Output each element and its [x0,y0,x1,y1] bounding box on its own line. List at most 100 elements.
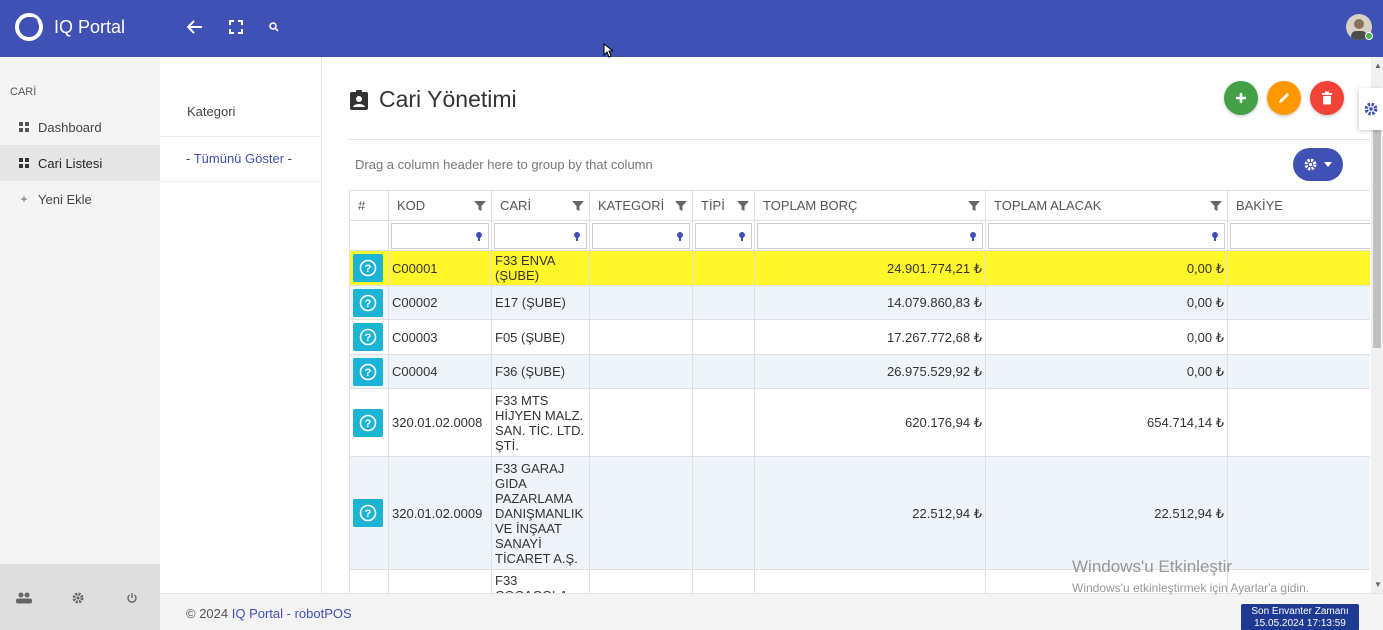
column-header-kod[interactable]: KOD [388,190,492,221]
row-detail-button[interactable]: ? [353,357,383,386]
table-row[interactable]: ? 320.01.02.0009 F33 GARAJ GIDA PAZARLAM… [349,456,1370,570]
row-detail-button[interactable]: ? [353,288,383,317]
column-header-label: KOD [397,198,426,213]
filter-input-kategori[interactable] [592,222,690,249]
scroll-down-arrow-icon[interactable]: ▼ [1374,580,1382,589]
table-row[interactable]: ? C00002 E17 (ŞUBE) 14.079.860,83 ₺ 0,00… [349,285,1370,320]
filter-operator-icon[interactable] [572,231,582,241]
cell-bakiye [1227,456,1370,570]
filter-operator-icon[interactable] [675,231,685,241]
app-title[interactable]: IQ Portal [54,17,125,38]
column-header-toplam-borc[interactable]: TOPLAM BORÇ [754,190,986,221]
scroll-up-arrow-icon[interactable]: ▲ [1374,61,1382,70]
plus-icon: + [20,192,28,206]
cell-toplam-alacak: 0,00 ₺ [985,285,1228,320]
filter-input-bakiye[interactable] [1230,222,1370,249]
column-header-bakiye[interactable]: BAKİYE [1227,190,1370,221]
sidebar-item-cari-listesi[interactable]: Cari Listesi [0,145,160,181]
table-row[interactable]: ? 320.01.02.0008 F33 MTS HİJYEN MALZ. SA… [349,388,1370,457]
filter-icon[interactable] [736,199,750,213]
category-show-all[interactable]: - Tümünü Göster - [186,151,292,166]
sidebar-item-label: Cari Listesi [38,155,103,171]
pencil-icon [1279,93,1289,103]
cell-kategori [589,354,693,389]
filter-operator-icon[interactable] [968,231,978,241]
table-row[interactable]: ? C00004 F36 (ŞUBE) 26.975.529,92 ₺ 0,00… [349,354,1370,389]
filter-input-cari[interactable] [494,222,587,249]
column-header-cari[interactable]: CARİ [491,190,590,221]
footer-link[interactable]: IQ Portal - robotPOS [232,606,352,621]
filter-icon[interactable] [473,199,487,213]
divider [160,136,321,137]
watermark-title: Windows'u Etkinleştir [1072,557,1233,576]
cell-toplam-borc: 26.975.529,92 ₺ [754,354,986,389]
filter-input-toplam-alacak[interactable] [988,222,1225,249]
add-button[interactable] [1224,81,1258,115]
power-icon[interactable] [123,590,141,606]
grid-settings-button[interactable] [1293,148,1343,181]
row-detail-button[interactable]: ? [353,408,383,437]
scrollbar-thumb[interactable] [1373,130,1381,348]
cell-kategori [589,569,693,593]
filter-operator-icon[interactable] [474,231,484,241]
question-circle-icon: ? [359,504,377,522]
cell-cari: F33 GARAJ GIDA PAZARLAMA DANIŞMANLIK VE … [491,456,590,570]
cell-tipi [692,285,755,320]
filter-input-toplam-borc[interactable] [757,222,983,249]
column-header-toplam-alacak[interactable]: TOPLAM ALACAK [985,190,1228,221]
question-circle-icon: ? [359,414,377,431]
question-circle-icon: ? [359,294,377,311]
filter-operator-icon[interactable] [737,231,747,241]
cell-kod: 320.01.02.0008 [388,388,492,457]
back-arrow-icon[interactable] [184,16,206,38]
sidebar-item-dashboard[interactable]: Dashboard [0,109,160,145]
theme-settings-tab[interactable] [1359,88,1383,130]
table-row[interactable]: ? C00003 F05 (ŞUBE) 17.267.772,68 ₺ 0,00… [349,319,1370,355]
table-row[interactable]: ? C00001 F33 ENVA (ŞUBE) 24.901.774,21 ₺… [349,250,1370,286]
question-circle-icon: ? [359,363,377,380]
cell-bakiye [1227,285,1370,320]
sidebar-item-yeni-ekle[interactable]: + Yeni Ekle [0,181,160,217]
group-panel-hint[interactable]: Drag a column header here to group by th… [355,157,653,172]
show-all-link[interactable]: Tümünü Göster [194,151,284,166]
filter-icon[interactable] [571,199,585,213]
filter-cell-empty [349,220,389,251]
row-detail-button[interactable]: ? [353,323,383,351]
cell-toplam-borc: 24.901.774,21 ₺ [754,250,986,286]
fullscreen-icon[interactable] [225,16,247,38]
filter-icon[interactable] [1209,199,1223,213]
search-icon[interactable] [263,16,285,38]
filter-icon[interactable] [674,199,688,213]
copyright-text: © 2024 [186,606,232,621]
gear-icon[interactable] [69,590,87,606]
online-status-dot [1365,32,1373,40]
cell-tipi [692,354,755,389]
page-title: Cari Yönetimi [348,86,517,113]
filter-input-kod[interactable] [391,222,489,249]
column-header-kategori[interactable]: KATEGORİ [589,190,693,221]
filter-icon[interactable] [967,199,981,213]
header-row: # KOD CARİ KATEGORİ TİPİ TOPLAM BORÇ TOP… [349,190,1370,221]
cell-kategori [589,456,693,570]
column-header-tipi[interactable]: TİPİ [692,190,755,221]
delete-button[interactable] [1310,81,1344,115]
column-header-label: CARİ [500,198,532,213]
sidebar-bottom-bar [0,564,160,630]
iq-logo-icon [15,13,43,41]
filter-input-tipi[interactable] [695,222,752,249]
plus-icon [1236,93,1246,103]
cell-bakiye [1227,250,1370,286]
filter-operator-icon[interactable] [1210,231,1220,241]
gear-icon [1304,158,1317,171]
users-icon[interactable] [15,590,33,606]
row-detail-button[interactable]: ? [353,499,383,527]
show-all-prefix: - [186,151,194,166]
page-title-text: Cari Yönetimi [379,86,517,112]
grid-icon [17,158,31,168]
edit-button[interactable] [1267,81,1301,115]
cell-toplam-alacak: 0,00 ₺ [985,319,1228,355]
category-panel: Kategori - Tümünü Göster - [160,57,322,593]
cell-bakiye [1227,354,1370,389]
cell-kod: 320.01.02.0009 [388,456,492,570]
row-detail-button[interactable]: ? [353,254,383,282]
